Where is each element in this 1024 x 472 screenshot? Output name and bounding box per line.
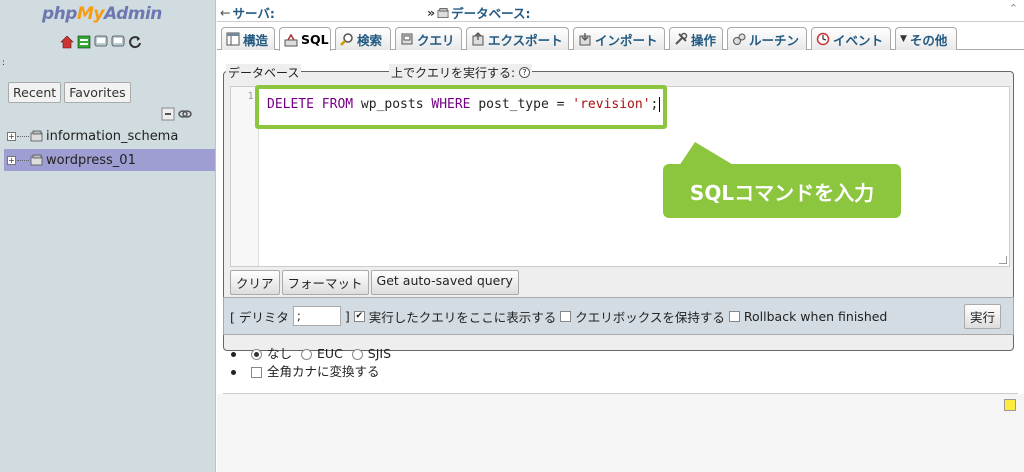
tab-structure[interactable]: 構造 [221,27,275,50]
help-icon[interactable]: ? [519,67,531,78]
encoding-radio-row: なし EUC SJIS [231,345,391,363]
rollback-checkbox[interactable] [728,310,740,322]
main-content: データベース 上でクエリを実行する:? 1 DELETE FROM wp_pos… [217,51,1024,472]
radio-euc[interactable] [301,348,313,360]
logout-icon[interactable] [77,35,91,49]
breadcrumb-server[interactable]: ← サーバ: [220,3,275,22]
database-icon [30,130,43,142]
sql-query-text[interactable]: DELETE FROM wp_posts WHERE post_type = '… [255,85,669,129]
tab-operations[interactable]: 操作 [669,27,723,50]
sql-editor[interactable]: 1 DELETE FROM wp_posts WHERE post_type =… [230,85,1010,267]
execute-button[interactable]: 実行 [963,304,1001,329]
database-icon [30,154,43,166]
tab-query[interactable]: クエリ [395,27,462,50]
favorites-tab[interactable]: Favorites [64,82,131,103]
routines-icon [733,33,746,45]
navigation-panel: phpMyAdmin : Recent Favorites + informat… [0,0,216,472]
kana-checkbox[interactable] [251,366,262,378]
legend-run-query: 上でクエリを実行する:? [389,64,533,81]
kana-label: 全角カナに変換する [267,364,380,379]
import-icon [579,33,591,46]
editor-buttons: クリア フォーマット Get auto-saved query [230,270,519,295]
events-icon [816,32,830,46]
link-icon[interactable] [178,107,192,121]
maximize-icon[interactable]: ⌃ [1009,2,1018,15]
resize-handle[interactable] [999,256,1007,264]
phpmyadmin-logo[interactable]: phpMyAdmin [42,4,162,24]
radio-none[interactable] [251,348,262,360]
back-arrow-icon[interactable]: ← [220,5,230,20]
delimiter-input[interactable]: ; [292,306,341,326]
query-icon [401,33,413,45]
chevron-down-icon: ▼ [900,34,907,44]
legend-database: データベース [226,64,302,81]
expand-icon[interactable]: + [7,131,16,141]
console-note-icon[interactable] [1004,399,1016,411]
nav-dot: : [2,58,6,68]
annotation-callout: SQLコマンドを入力 [663,164,901,218]
tab-bar: 構造 SQL 検索 クエリ エクスポート インポート 操作 ルーチン イベント … [217,22,1024,51]
separator-icon: » [427,5,436,20]
recent-tab[interactable]: Recent [8,82,62,103]
callout-tail [679,142,735,166]
breadcrumb: ← サーバ: » データベース: ⌃ [217,0,1024,22]
tab-sql[interactable]: SQL [279,27,331,51]
export-icon [472,32,484,46]
radio-sjis-label: SJIS [367,346,392,361]
tab-search[interactable]: 検索 [335,27,391,50]
clear-button[interactable]: クリア [230,270,280,295]
tree-item-label: information_schema [46,128,179,144]
operations-icon [675,32,688,45]
keep-box-checkbox[interactable] [560,310,572,322]
divider [223,393,1018,394]
tree-item-information-schema[interactable]: + information_schema [4,125,215,147]
tree-controls [161,107,192,121]
radio-none-label: なし [267,346,293,361]
tab-export[interactable]: エクスポート [466,27,569,50]
tree-item-wordpress-01[interactable]: + wordpress_01 [4,149,215,171]
structure-icon [226,32,240,46]
docs-icon[interactable] [111,35,125,49]
delimiter-label: [ デリミタ [230,309,289,325]
search-icon [340,33,353,46]
breadcrumb-database[interactable]: » データベース: [427,3,530,22]
delimiter-label-close: ] [344,308,350,324]
nav-icons [60,35,142,49]
radio-sjis[interactable] [351,348,363,360]
results-area [217,394,1024,472]
home-icon[interactable] [60,35,74,49]
expand-icon[interactable]: + [7,155,16,165]
sql-query-window-icon[interactable] [94,35,108,49]
database-icon [437,7,449,18]
rollback-label: Rollback when finished [743,308,888,324]
tree-item-label: wordpress_01 [46,152,136,168]
tab-routines[interactable]: ルーチン [727,27,807,50]
radio-euc-label: EUC [317,346,343,361]
tab-events[interactable]: イベント [811,27,891,50]
keep-box-label: クエリボックスを保持する [575,309,725,325]
collapse-all-icon[interactable] [161,107,175,121]
reload-icon[interactable] [128,35,142,49]
show-query-checkbox[interactable]: ✔ [353,310,365,322]
query-options-bar: [ デリミタ ; ] ✔ 実行したクエリをここに表示する クエリボックスを保持す… [223,297,1014,335]
tab-import[interactable]: インポート [573,27,665,50]
tab-more[interactable]: ▼ その他 [895,27,957,50]
get-auto-saved-query-button[interactable]: Get auto-saved query [370,270,519,295]
kana-row: 全角カナに変換する [231,363,391,381]
show-query-label: 実行したクエリをここに表示する [368,309,557,325]
format-button[interactable]: フォーマット [281,270,369,295]
encoding-options: なし EUC SJIS 全角カナに変換する [231,345,391,381]
sql-icon [284,33,298,46]
recent-favorites-tabs: Recent Favorites [8,82,131,103]
